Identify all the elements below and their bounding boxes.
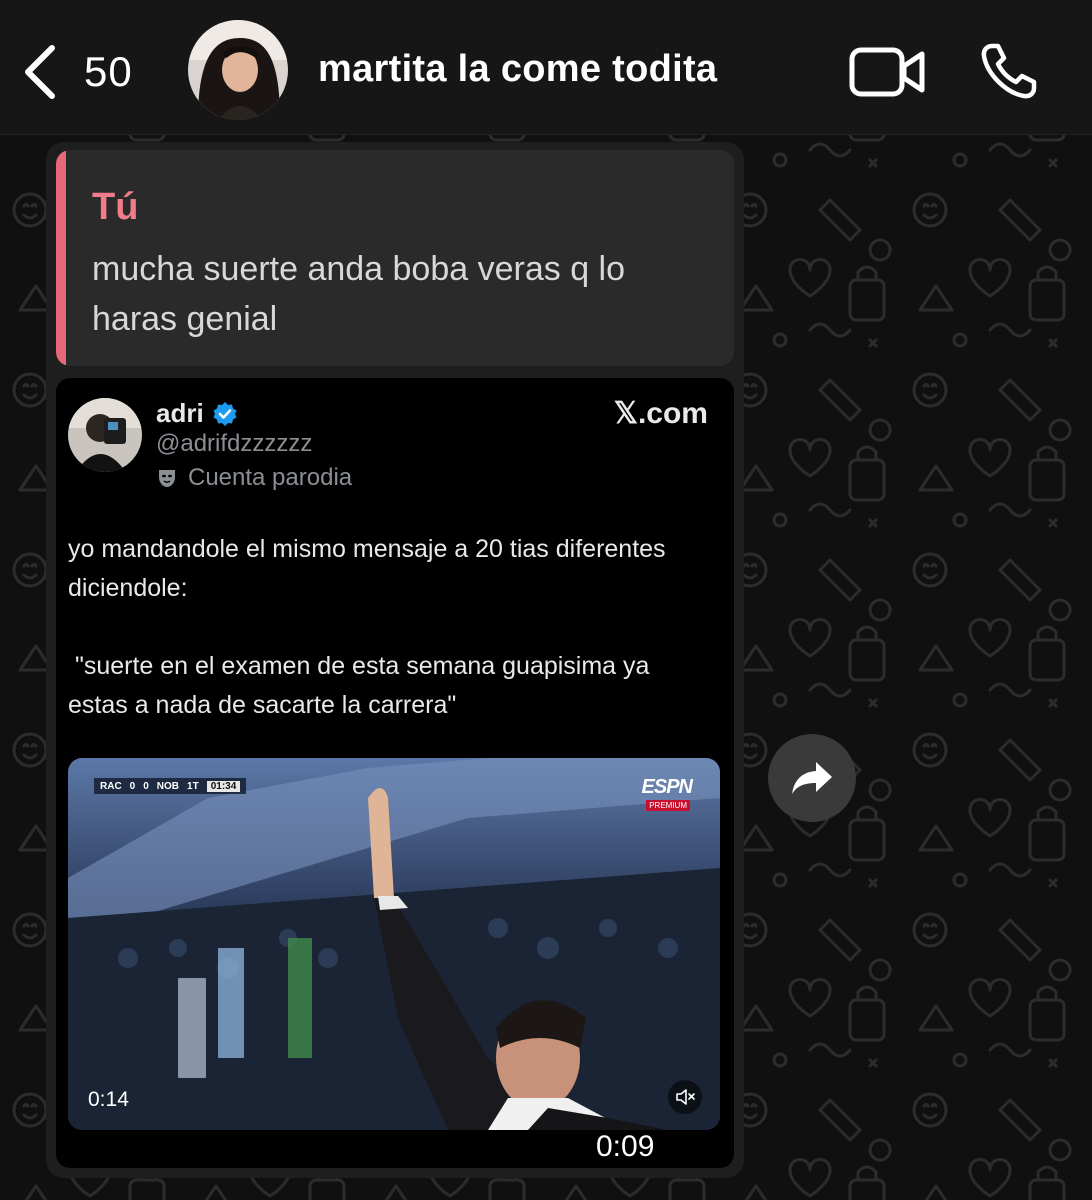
scorebug: RAC 0 0 NOB 1T 01:34 — [94, 778, 247, 794]
chat-header: 50 martita la come todita — [0, 0, 1092, 135]
scorebug-period: 1T — [187, 780, 199, 792]
post-author-name: adri — [156, 398, 204, 428]
mute-button[interactable] — [668, 1080, 702, 1114]
broadcaster-logo: ESPN — [641, 776, 693, 798]
video-call-button[interactable] — [848, 42, 928, 102]
quote-accent-bar — [56, 150, 66, 366]
scorebug-home: RAC — [100, 780, 122, 792]
video-thumbnail[interactable]: RAC 0 0 NOB 1T 01:34 ESPN PREMIUM 0:14 — [68, 758, 720, 1130]
quoted-reply[interactable]: Tú mucha suerte anda boba veras q lo har… — [56, 150, 734, 366]
unread-count: 50 — [84, 48, 133, 95]
avatar-image — [188, 20, 288, 120]
site-name: 𝕏.com — [613, 397, 708, 430]
parody-label-text: Cuenta parodia — [188, 464, 353, 491]
contact-avatar[interactable] — [188, 20, 288, 120]
post-author-avatar — [68, 398, 142, 472]
chat-screen: 50 martita la come todita Tú mucha suert… — [0, 0, 1092, 1200]
voice-call-button[interactable] — [978, 40, 1040, 102]
contact-name[interactable]: martita la come todita — [318, 48, 717, 91]
video-camera-icon — [849, 47, 925, 97]
scorebug-away: NOB — [156, 780, 180, 792]
video-duration: 0:14 — [88, 1088, 129, 1111]
quote-text: mucha suerte anda boba veras q lo haras … — [92, 250, 626, 338]
scorebug-home-score: 0 — [129, 780, 136, 792]
post-author-handle: @adrifdzzzzzz — [156, 430, 313, 457]
post-text: yo mandandole el mismo mensaje a 20 tias… — [68, 535, 666, 719]
video-frame-image — [68, 758, 720, 1130]
message-bubble[interactable]: Tú mucha suerte anda boba veras q lo har… — [46, 142, 744, 1178]
post-author-row: adri — [156, 398, 238, 429]
scorebug-away-score: 0 — [143, 780, 149, 792]
mask-icon — [159, 470, 175, 487]
scorebug-clock: 01:34 — [206, 780, 241, 792]
broadcaster-sub-label: PREMIUM — [646, 800, 690, 811]
speaker-muted-icon — [676, 1089, 695, 1105]
verified-badge-icon — [213, 401, 237, 426]
quote-author: Tú — [92, 186, 139, 228]
forward-arrow-icon — [792, 762, 832, 794]
back-button[interactable]: 50 — [18, 40, 148, 104]
phone-icon — [981, 43, 1037, 99]
parody-label: Cuenta parodia — [156, 464, 352, 492]
link-preview-card[interactable]: adri @adrifdzzzzzz Cuenta parodia 𝕏.com … — [56, 378, 734, 1168]
avatar-image — [68, 398, 142, 472]
chevron-left-icon — [25, 45, 55, 99]
forward-button[interactable] — [768, 734, 856, 822]
media-duration: 0:09 — [596, 1130, 655, 1163]
